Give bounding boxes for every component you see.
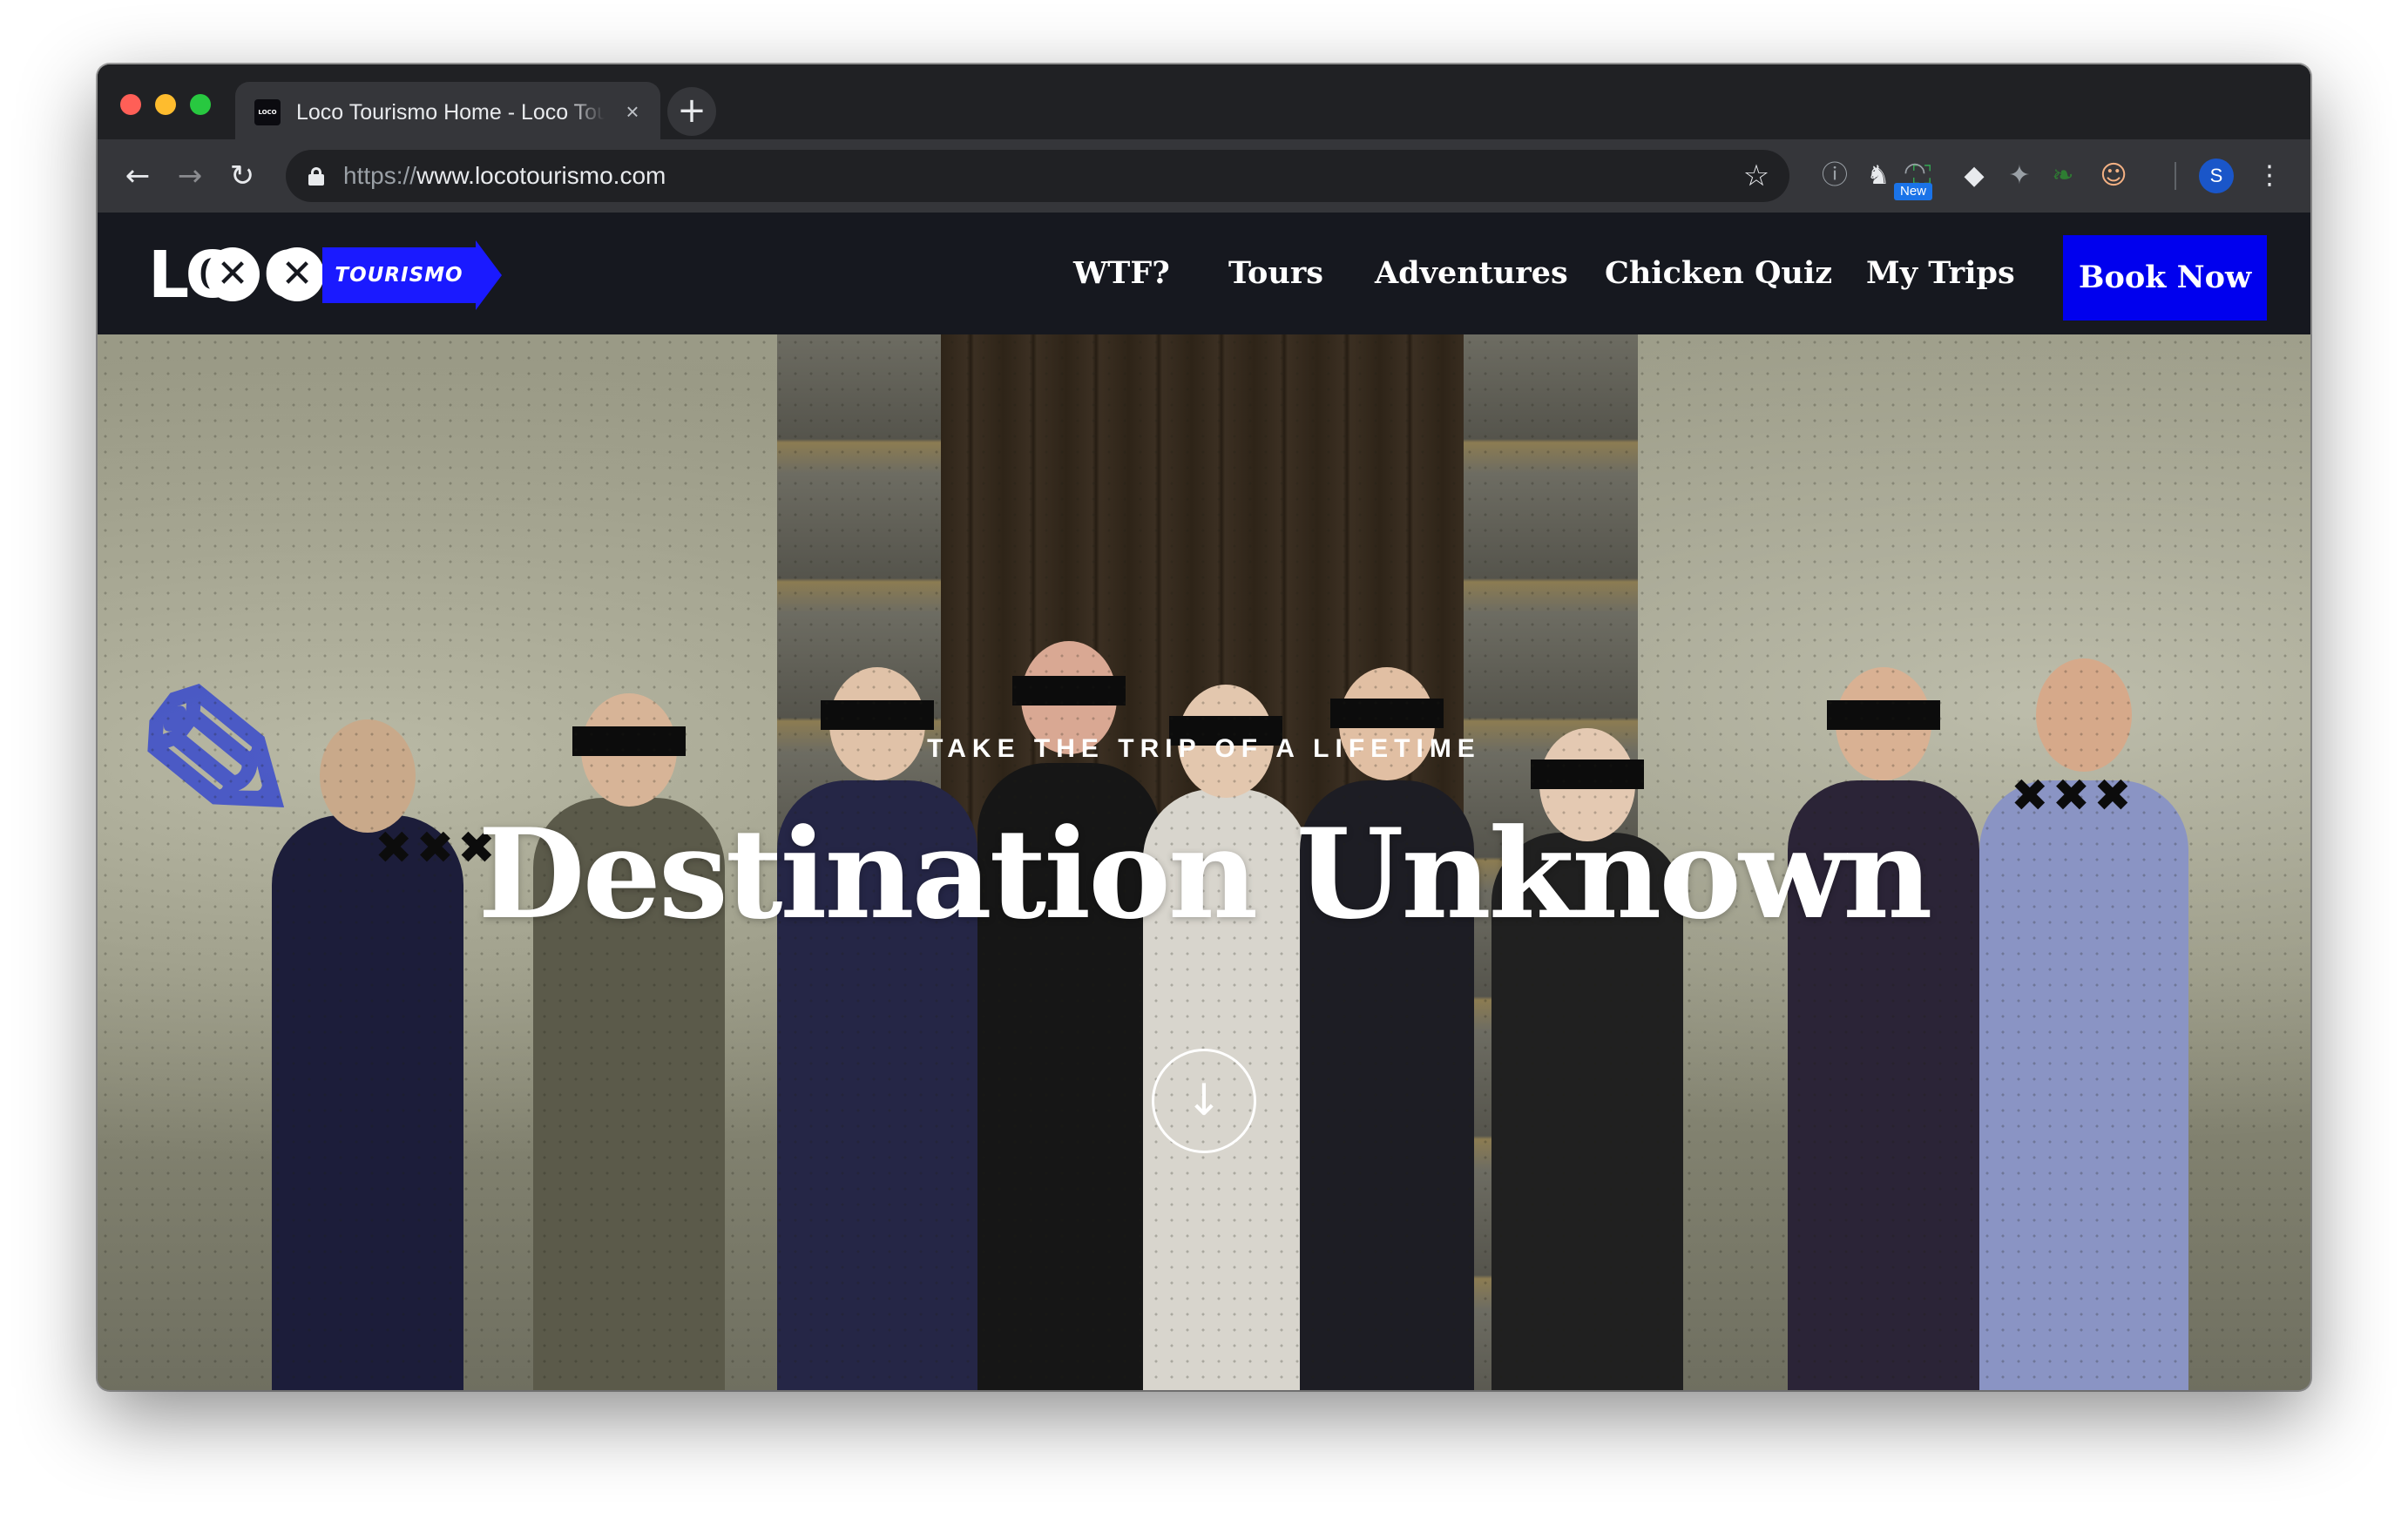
scroll-down-arrow-icon[interactable]: ↓: [1152, 1049, 1256, 1153]
site-logo[interactable]: LO ✕ C ✕ TOURISMO: [148, 240, 505, 310]
nav-link-wtf[interactable]: WTF?: [1073, 254, 1170, 293]
minimize-window-button[interactable]: [155, 94, 176, 115]
browser-window: LOCO Loco Tourismo Home - Loco Tourismo …: [98, 64, 2310, 1390]
new-tab-button[interactable]: +: [667, 87, 716, 136]
bookmark-star-icon[interactable]: ☆: [1739, 159, 1774, 193]
face-extension-icon[interactable]: ☺: [2096, 159, 2131, 193]
site-favicon-icon: LOCO: [254, 99, 281, 125]
browser-tab-active[interactable]: LOCO Loco Tourismo Home - Loco Tourismo …: [235, 82, 660, 139]
close-window-button[interactable]: [120, 94, 141, 115]
url-host: www.locotourismo.com: [416, 162, 666, 189]
back-button[interactable]: ←: [117, 155, 159, 197]
forward-button[interactable]: →: [169, 155, 211, 197]
address-bar[interactable]: https://www.locotourismo.com ☆: [286, 150, 1789, 202]
reload-button[interactable]: ↻: [221, 155, 263, 197]
browser-menu-icon[interactable]: ⋮: [2256, 159, 2283, 193]
nav-link-my-trips[interactable]: My Trips: [1866, 254, 2015, 293]
leaf-extension-icon[interactable]: ❧: [2046, 159, 2080, 193]
hero-content: TAKE THE TRIP OF A LIFETIME Destination …: [98, 334, 2310, 1390]
url-text[interactable]: https://www.locotourismo.com: [343, 162, 666, 190]
url-scheme: https://: [343, 162, 417, 189]
book-now-button[interactable]: Book Now: [2063, 235, 2267, 321]
tab-strip: LOCO Loco Tourismo Home - Loco Tourismo …: [98, 64, 2310, 139]
gem-extension-icon[interactable]: ◆: [1957, 159, 1992, 193]
hero-section: ✎: [98, 334, 2310, 1390]
toolbar-divider: [2175, 162, 2176, 190]
new-badge: New: [1894, 183, 1932, 200]
tab-title: Loco Tourismo Home - Loco Tourismo: [296, 100, 605, 125]
zoom-window-button[interactable]: [190, 94, 211, 115]
logo-x-icon: ✕: [270, 247, 324, 301]
lock-icon[interactable]: [308, 167, 324, 186]
profile-avatar[interactable]: S: [2199, 159, 2234, 193]
web-page: LO ✕ C ✕ TOURISMO WTF? Tours Adventures …: [98, 213, 2310, 1390]
browser-toolbar: ← → ↻ https://www.locotourismo.com ☆ ⓘ ♞…: [98, 139, 2310, 213]
logo-banner: TOURISMO: [322, 247, 476, 303]
info-extension-icon[interactable]: ⓘ: [1817, 159, 1852, 193]
logo-x-icon: ✕: [206, 247, 260, 301]
hero-title: Destination Unknown: [477, 802, 1932, 947]
nav-link-chicken-quiz[interactable]: Chicken Quiz: [1605, 254, 1832, 293]
puzzle-extension-icon[interactable]: ✦: [2002, 159, 2037, 193]
site-header: LO ✕ C ✕ TOURISMO WTF? Tours Adventures …: [98, 213, 2310, 334]
close-tab-icon[interactable]: ×: [619, 98, 646, 125]
nav-link-adventures[interactable]: Adventures: [1375, 254, 1568, 293]
horse-extension-icon[interactable]: ♞: [1861, 159, 1896, 193]
logo-arrow-icon: [476, 240, 502, 310]
nav-link-tours[interactable]: Tours: [1228, 254, 1323, 293]
hero-eyebrow: TAKE THE TRIP OF A LIFETIME: [927, 734, 1481, 763]
